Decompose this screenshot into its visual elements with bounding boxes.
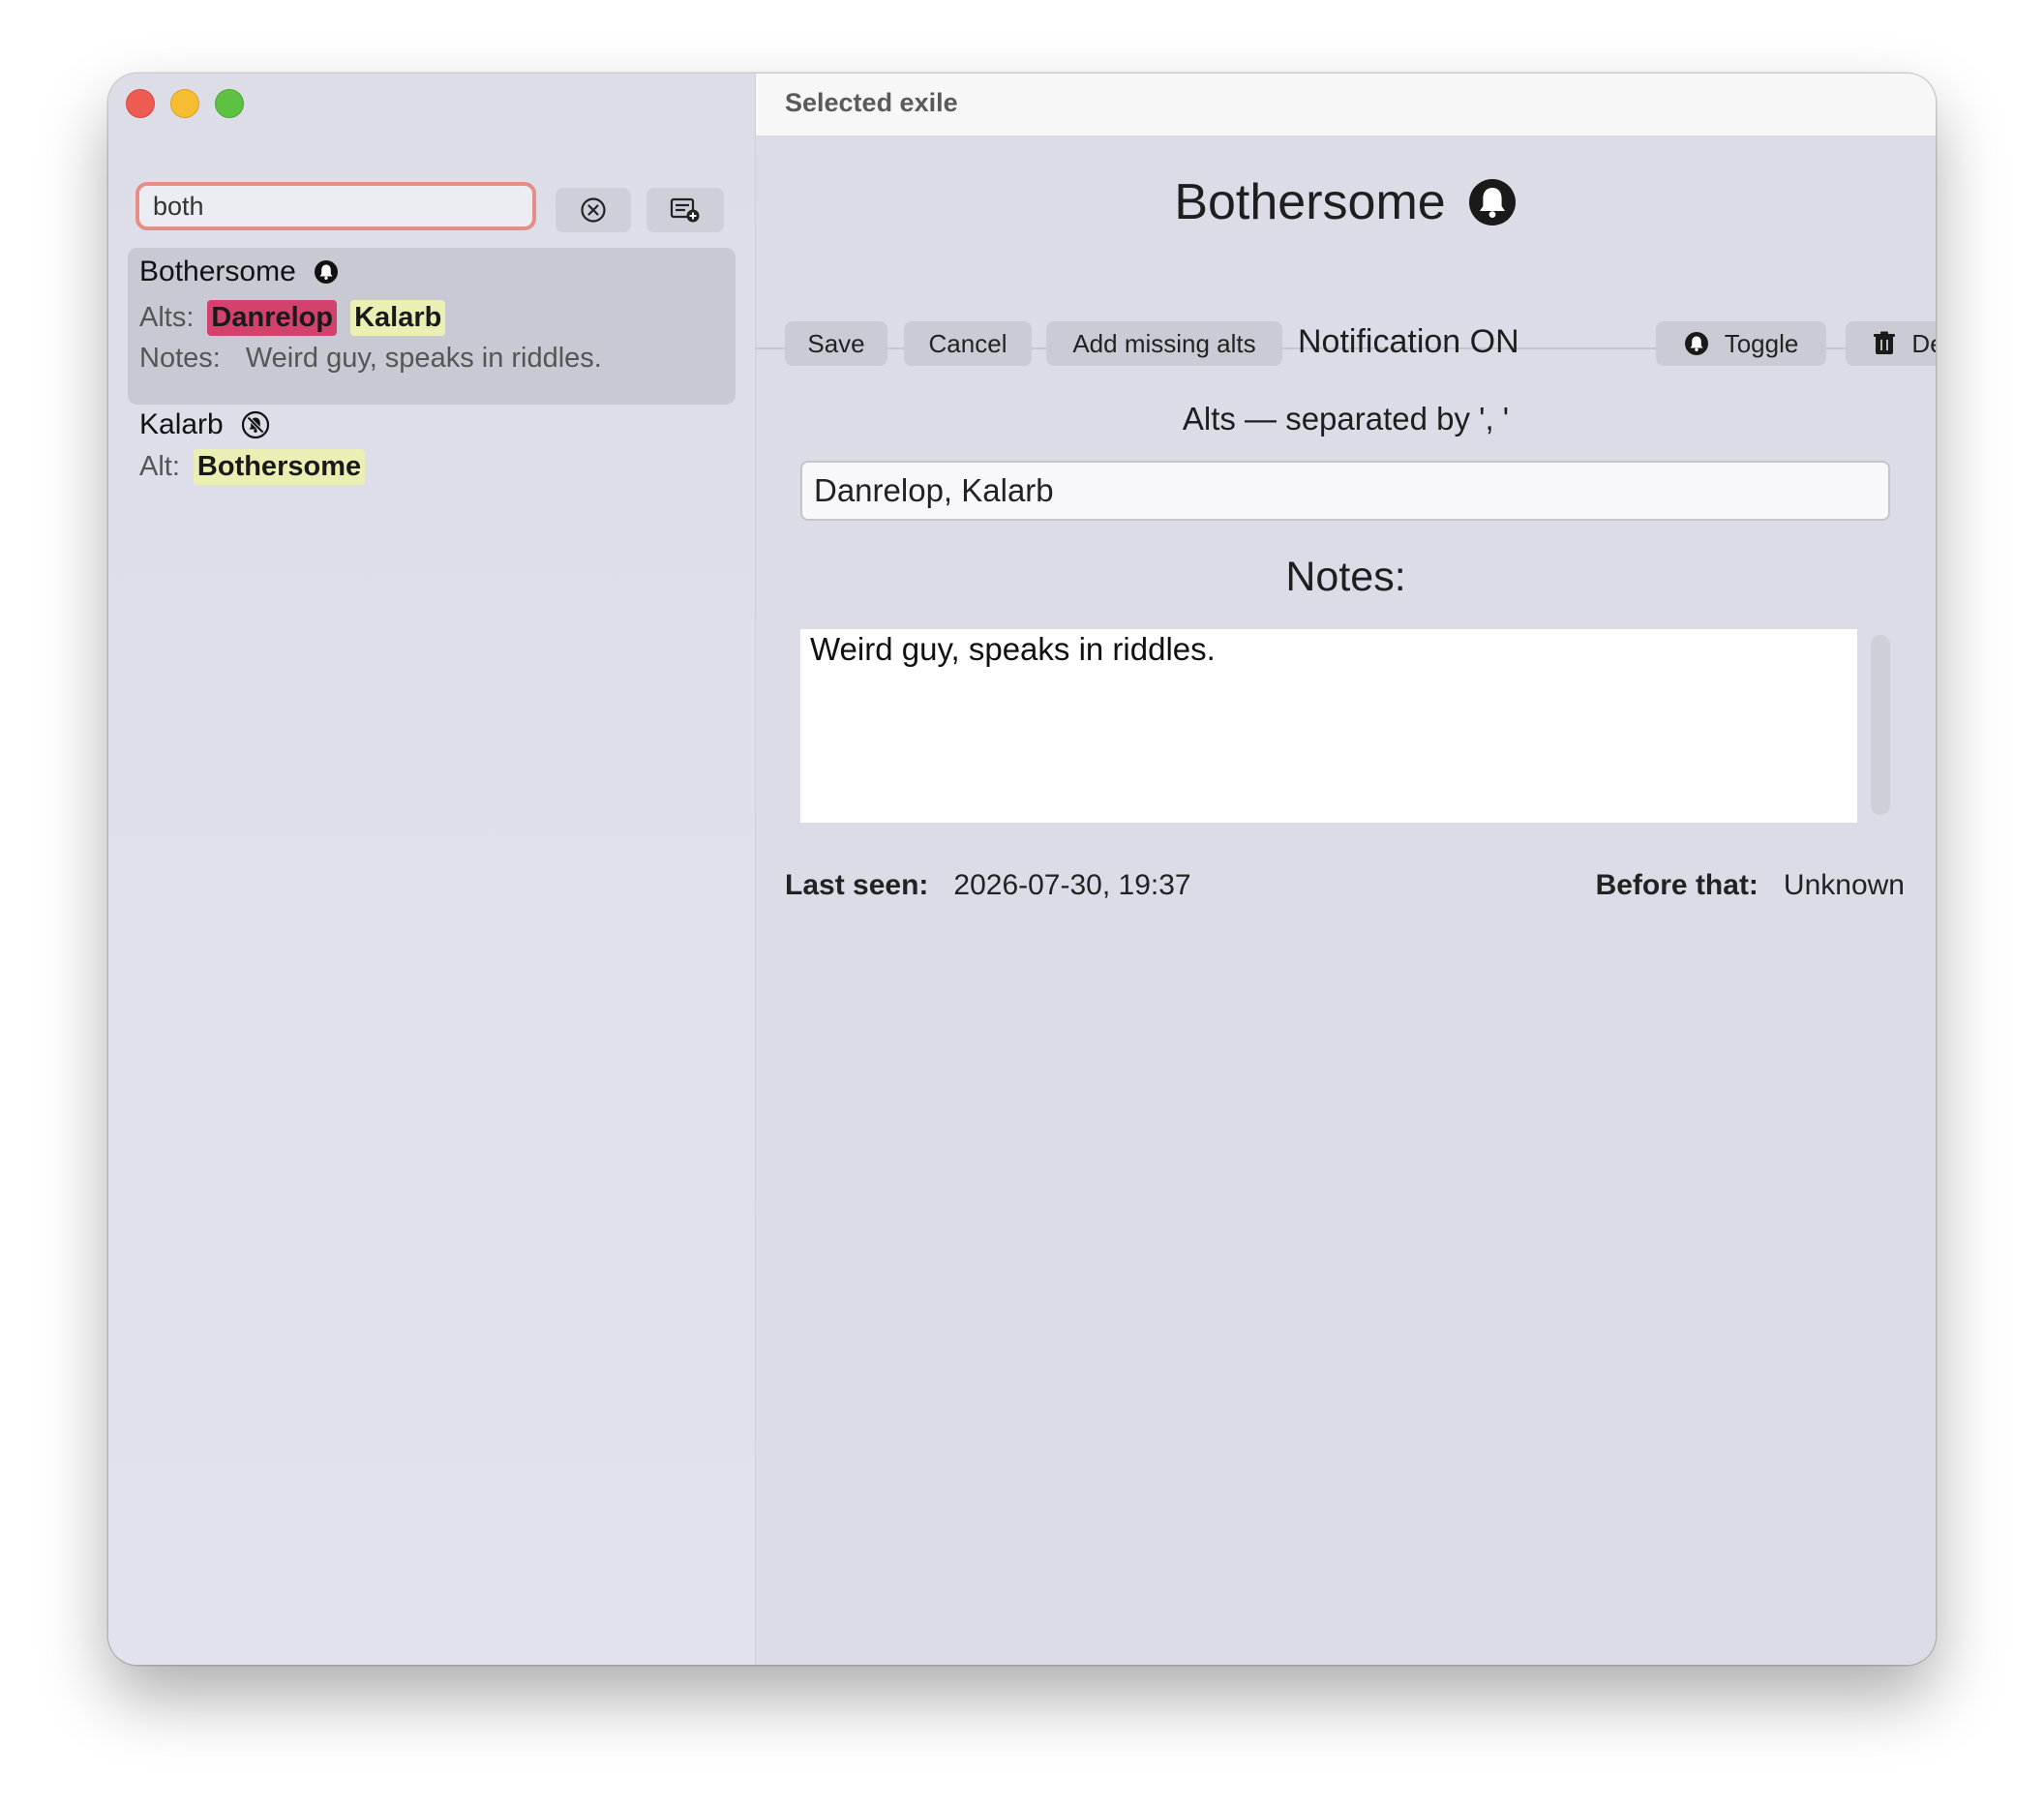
toggle-notification-button[interactable]: Toggle: [1656, 321, 1826, 366]
sidebar: Bothersome Alts: Danrelop Kalarb Notes: …: [108, 74, 756, 1665]
list-item-name-text: Kalarb: [139, 408, 224, 440]
detail-pane: Selected exile Bothersome Save Cancel Ad…: [756, 74, 1936, 1665]
delete-button-label: Delete: [1911, 328, 1936, 358]
notes-textarea[interactable]: Weird guy, speaks in riddles.: [800, 629, 1857, 823]
toggle-button-label: Toggle: [1724, 328, 1799, 358]
list-item-name-text: Bothersome: [139, 256, 296, 287]
window-title: Selected exile: [785, 88, 958, 117]
trash-icon: [1874, 331, 1896, 354]
delete-button[interactable]: Delete: [1846, 321, 1936, 366]
maximize-window-button[interactable]: [215, 89, 244, 118]
list-item-alts: Alt: Bothersome: [139, 449, 366, 485]
notes-text: Weird guy, speaks in riddles.: [810, 631, 1216, 667]
search-box: [135, 182, 536, 230]
add-missing-alts-button[interactable]: Add missing alts: [1046, 321, 1282, 366]
list-item-alts: Alts: Danrelop Kalarb: [139, 300, 446, 336]
cancel-button[interactable]: Cancel: [904, 321, 1032, 366]
alts-field-label: Alts — separated by ', ': [1182, 401, 1510, 437]
before-that-value: Unknown: [1783, 869, 1905, 901]
last-seen: Last seen: 2026-07-30, 19:37: [785, 869, 1191, 902]
minimize-window-button[interactable]: [170, 89, 199, 118]
exile-name: Bothersome: [1174, 174, 1446, 230]
bell-icon: [1684, 332, 1708, 355]
bell-icon: [314, 260, 338, 284]
save-button[interactable]: Save: [785, 321, 887, 366]
search-input[interactable]: [139, 186, 532, 226]
clear-search-button[interactable]: [556, 188, 631, 232]
last-seen-value: 2026-07-30, 19:37: [953, 869, 1191, 901]
add-missing-alts-label: Add missing alts: [1072, 328, 1256, 358]
add-list-icon: [670, 197, 700, 223]
alt-tag-kalarb[interactable]: Kalarb: [350, 300, 446, 336]
before-that: Before that: Unknown: [1596, 869, 1905, 902]
notes-heading: Notes:: [1285, 554, 1406, 600]
notes-preview: Weird guy, speaks in riddles.: [245, 343, 602, 374]
close-window-button[interactable]: [126, 89, 155, 118]
save-button-label: Save: [807, 328, 865, 358]
list-item-name: Kalarb: [139, 408, 270, 441]
alts-label: Alt:: [139, 451, 180, 482]
alts-label: Alts:: [139, 302, 195, 333]
add-exile-button[interactable]: [646, 188, 724, 232]
list-item-notes: Notes: Weird guy, speaks in riddles.: [139, 343, 602, 375]
list-item-name: Bothersome: [139, 256, 339, 288]
alt-tag-danrelop[interactable]: Danrelop: [207, 300, 338, 336]
clear-circle-icon: [581, 197, 606, 223]
exile-list-item-bothersome[interactable]: Bothersome Alts: Danrelop Kalarb Notes: …: [128, 248, 736, 405]
cancel-button-label: Cancel: [928, 328, 1007, 358]
notification-status: Notification ON: [1298, 323, 1519, 360]
alts-input[interactable]: [800, 461, 1890, 521]
bell-icon: [1468, 179, 1516, 226]
alt-tag-bothersome[interactable]: Bothersome: [193, 449, 366, 485]
notes-scrollbar[interactable]: [1871, 635, 1890, 815]
exile-name-heading: Bothersome: [756, 173, 1936, 231]
last-seen-label: Last seen:: [785, 869, 929, 901]
detail-header: Bothersome: [756, 136, 1936, 349]
app-window: Bothersome Alts: Danrelop Kalarb Notes: …: [108, 74, 1936, 1665]
notes-label: Notes:: [139, 343, 221, 374]
before-that-label: Before that:: [1595, 869, 1758, 901]
title-bar: Selected exile: [756, 74, 1936, 136]
bell-slash-icon: [241, 410, 269, 439]
exile-list-item-kalarb[interactable]: Kalarb Alt: Bothersome: [128, 408, 736, 525]
